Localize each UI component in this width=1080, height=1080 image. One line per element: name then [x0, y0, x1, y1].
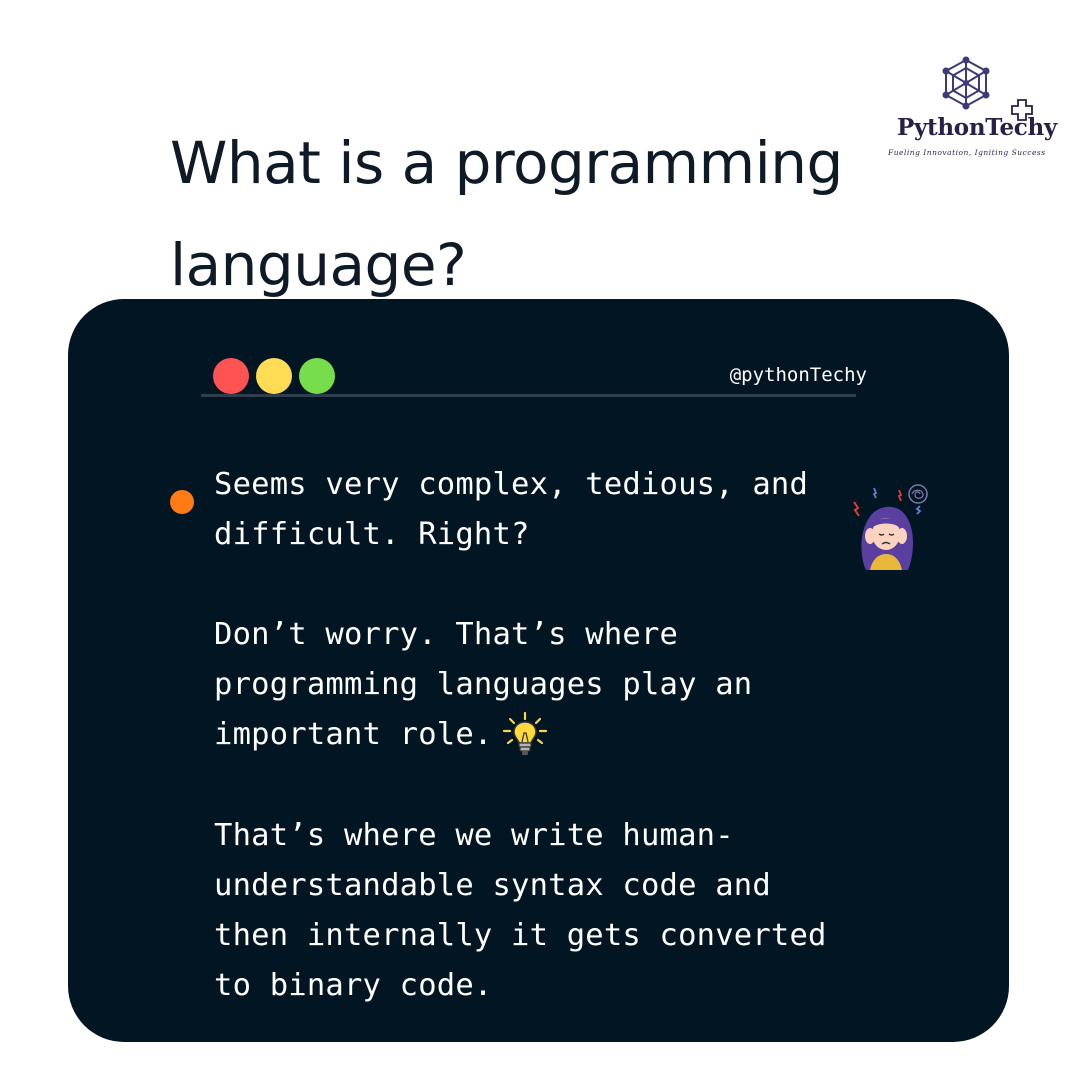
text-line: understandable syntax code and: [214, 867, 771, 903]
text-line: then internally it gets converted: [214, 917, 827, 953]
title-line: language?: [170, 231, 467, 299]
text-line: important role.: [214, 717, 493, 752]
close-dot: [213, 358, 249, 394]
paragraph: Don’t worry. That’s where programming la…: [214, 610, 914, 761]
window-controls: [213, 358, 335, 394]
card-body: Seems very complex, tedious, and difficu…: [214, 460, 914, 1011]
network-globe-icon: [942, 56, 990, 110]
text-line-with-icon: important role.: [214, 710, 914, 761]
text-line: Don’t worry. That’s where: [214, 617, 679, 652]
text-line: That’s where we write human-: [214, 817, 734, 853]
title-line: What is a programming: [170, 129, 843, 197]
code-card: @pythonTechy Seems very complex, tedious…: [68, 299, 1009, 1042]
page-title: What is a programming language?: [170, 112, 870, 316]
text-line: difficult. Right?: [214, 517, 530, 552]
text-line: to binary code.: [214, 967, 493, 1003]
brand-logo: PythonTechy Fueling Innovation, Igniting…: [880, 56, 1070, 166]
brand-tagline: Fueling Innovation, Igniting Success: [888, 148, 1046, 157]
brand-name: PythonTechy: [897, 114, 1057, 141]
minimize-dot: [256, 358, 292, 394]
bullet-dot: [170, 490, 194, 514]
paragraph: Seems very complex, tedious, and difficu…: [214, 460, 914, 560]
text-line: Seems very complex, tedious, and: [214, 467, 809, 502]
maximize-dot: [299, 358, 335, 394]
stressed-person-icon: [853, 484, 928, 570]
paragraph: That’s where we write human- understanda…: [214, 811, 914, 1011]
lightbulb-icon: [503, 711, 548, 755]
text-line: programming languages play an: [214, 667, 753, 702]
social-handle: @pythonTechy: [729, 364, 867, 386]
divider: [201, 394, 856, 397]
